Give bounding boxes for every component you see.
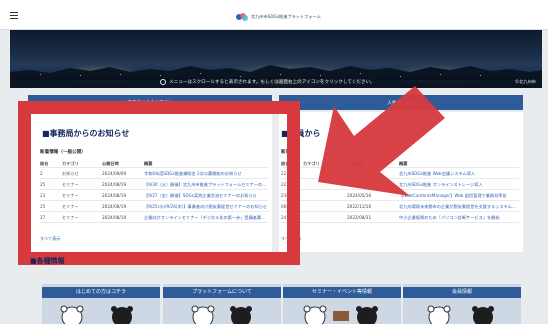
- row-category: セミナー: [62, 215, 79, 220]
- table-row[interactable]: 23 セミナー 2024/08/19 【9/27（金）開催】SDGs実践企業交流…: [40, 190, 268, 201]
- row-summary-link[interactable]: 【9/27（金）開催】SDGs実践企業交流セミナーのお知らせ: [144, 193, 268, 199]
- column-header: カテゴリ: [62, 161, 79, 166]
- row-category: セミナー: [62, 182, 79, 187]
- card-label: セミナー・イベント等情報: [283, 287, 401, 298]
- row-number: 25: [40, 182, 46, 187]
- card-label: 会員情報: [403, 287, 521, 298]
- table-row[interactable]: 660 2022/11/16 北九州環境未来都市の企業が脱炭素経営を支援するシス…: [281, 201, 519, 212]
- banner-credit: ©北九州市: [515, 79, 536, 84]
- table-row[interactable]: 25 セミナー 2024/08/19 【9/30（火）開催】北九州市推進プラット…: [40, 179, 268, 190]
- row-number: 23: [40, 193, 46, 198]
- row-date: 2024/08/19: [102, 182, 127, 187]
- row-date: 2022/11/16: [347, 204, 372, 209]
- table-row[interactable]: 238 2024/05/16 【NextContentsManager】Web …: [281, 190, 519, 201]
- table-row[interactable]: 25 セミナー 2024/08/19 【9/25(水)/9/26(木)】事業者向…: [40, 201, 268, 212]
- card-label: プラットフォームについて: [163, 287, 281, 298]
- row-date: 2022/08/31: [347, 215, 372, 220]
- column-header: 概要: [144, 161, 153, 166]
- mascot-illustration-icon: [427, 305, 494, 324]
- hero-banner: メニューはスクロールすると表示されます。もしくは画面右上のアイコンをクリックして…: [10, 30, 542, 88]
- row-summary-link[interactable]: 【9/25(水)/9/26(木)】事業者向け脱炭素経営セミナーのお知らせ: [144, 204, 268, 210]
- member-news-title: ■会員から: [281, 129, 321, 138]
- row-category: お知らせ: [62, 171, 79, 176]
- member-news-subtitle: 新着: [281, 150, 291, 155]
- row-category: セミナー: [62, 193, 79, 198]
- column-header: 公開日時: [347, 161, 364, 166]
- card-first-time[interactable]: はじめての方はコチラ: [42, 284, 160, 324]
- tab-office-news[interactable]: 事務局からのお知らせ: [28, 95, 272, 110]
- row-summary-link[interactable]: 令和6年度SDGs推進補助金 2次公募開始のお知らせ: [144, 171, 268, 177]
- card-seminar-events[interactable]: セミナー・イベント等情報: [283, 284, 401, 324]
- office-news-panel: ■事務局からのお知らせ 新着情報（一般公開） 総合 カテゴリ 公開日時 概要 2…: [28, 112, 272, 252]
- site-header: 北九州市SDGs推進プラットフォーム: [0, 0, 548, 30]
- table-row[interactable]: 2 お知らせ 2024/09/09 令和6年度SDGs推進補助金 2次公募開始の…: [40, 168, 268, 179]
- row-summary-link[interactable]: 企業向けオンラインセミナー「デジタル化の第一歩」受講者募集のご案内: [144, 215, 268, 221]
- row-date: 2024/08/19: [102, 204, 127, 209]
- row-number: 241: [281, 215, 289, 220]
- row-date: 2024/05/29: [347, 171, 372, 176]
- row-summary-link[interactable]: 【9/30（火）開催】北九州市推進プラットフォームセミナーのお知らせ: [144, 182, 268, 188]
- table-row[interactable]: 227 2024/05/29 北九州SDGs推進 オンラインストレージ導入: [281, 179, 519, 190]
- card-label: はじめての方はコチラ: [42, 287, 160, 298]
- row-number: 27: [40, 215, 46, 220]
- office-news-title: ■事務局からのお知らせ: [42, 129, 130, 138]
- info-circle-icon: [160, 79, 166, 85]
- tab-membership-application[interactable]: 入会申し込み: [279, 95, 523, 110]
- banner-note-text: メニューはスクロールすると表示されます。もしくは画面右上のアイコンをクリックして…: [169, 80, 375, 85]
- column-header: 公開日時: [102, 161, 119, 166]
- card-member-info[interactable]: 会員情報: [403, 284, 521, 324]
- info-section-title: ■各種情報: [30, 257, 65, 265]
- mascot-illustration-icon: [303, 305, 378, 324]
- office-news-table: 総合 カテゴリ 公開日時 概要 2 お知らせ 2024/09/09 令和6年度S…: [40, 158, 268, 223]
- row-date: 2024/09/09: [102, 171, 127, 176]
- row-summary-link[interactable]: 北九州環境未来都市の企業が脱炭素経営を支援するシステムについて: [399, 204, 517, 210]
- table-row[interactable]: 27 セミナー 2024/08/19 企業向けオンラインセミナー「デジタル化の第…: [40, 212, 268, 223]
- mascot-illustration-icon: [60, 305, 133, 324]
- row-date: 2024/05/16: [347, 193, 372, 198]
- logo-text: 北九州市SDGs推進プラットフォーム: [251, 14, 321, 19]
- row-summary-link[interactable]: 北九州SDGs推進 オンラインストレージ導入: [399, 182, 517, 188]
- member-news-table: 総合 カテゴリ 公開日時 概要 227 2024/05/29 北九州SDGs推進…: [281, 158, 519, 223]
- row-summary-link[interactable]: 中小企業振興のため「パソコン診断サービス」を開始: [399, 215, 517, 221]
- column-header: 総合: [40, 161, 49, 166]
- row-date: 2024/05/29: [347, 182, 372, 187]
- row-date: 2024/08/19: [102, 193, 127, 198]
- member-news-panel: ■会員から 新着 総合 カテゴリ 公開日時 概要 227 2024/05/29 …: [279, 112, 523, 252]
- row-number: 660: [281, 204, 289, 209]
- row-number: 227: [281, 171, 289, 176]
- mascot-illustration-icon: [191, 305, 252, 324]
- member-news-more-link[interactable]: すべて表示: [281, 236, 301, 242]
- office-news-more-link[interactable]: すべて表示: [40, 236, 60, 242]
- column-header: カテゴリ: [303, 161, 320, 166]
- table-row[interactable]: 227 2024/05/29 北九州SDGs推進 Web会議システム導入: [281, 168, 519, 179]
- row-number: 25: [40, 204, 46, 209]
- site-logo[interactable]: 北九州市SDGs推進プラットフォーム: [236, 12, 321, 22]
- card-about-platform[interactable]: プラットフォームについて: [163, 284, 281, 324]
- row-category: セミナー: [62, 204, 79, 209]
- row-summary-link[interactable]: 北九州SDGs推進 Web会議システム導入: [399, 171, 517, 177]
- table-row[interactable]: 241 2022/08/31 中小企業振興のため「パソコン診断サービス」を開始: [281, 212, 519, 223]
- table-header-row: 総合 カテゴリ 公開日時 概要: [40, 158, 268, 168]
- column-header: 総合: [281, 161, 290, 166]
- row-summary-link[interactable]: 【NextContentsManager】Web 配信管理で業務効率化: [399, 193, 517, 199]
- logo-mark-icon: [236, 13, 248, 21]
- column-header: 概要: [399, 161, 408, 166]
- row-date: 2024/08/19: [102, 215, 127, 220]
- office-news-subtitle: 新着情報（一般公開）: [40, 150, 86, 155]
- table-header-row: 総合 カテゴリ 公開日時 概要: [281, 158, 519, 168]
- hamburger-icon[interactable]: [10, 12, 18, 19]
- row-number: 227: [281, 182, 289, 187]
- banner-caption-bar: メニューはスクロールすると表示されます。もしくは画面右上のアイコンをクリックして…: [10, 77, 542, 88]
- row-number: 2: [40, 171, 43, 176]
- row-number: 238: [281, 193, 289, 198]
